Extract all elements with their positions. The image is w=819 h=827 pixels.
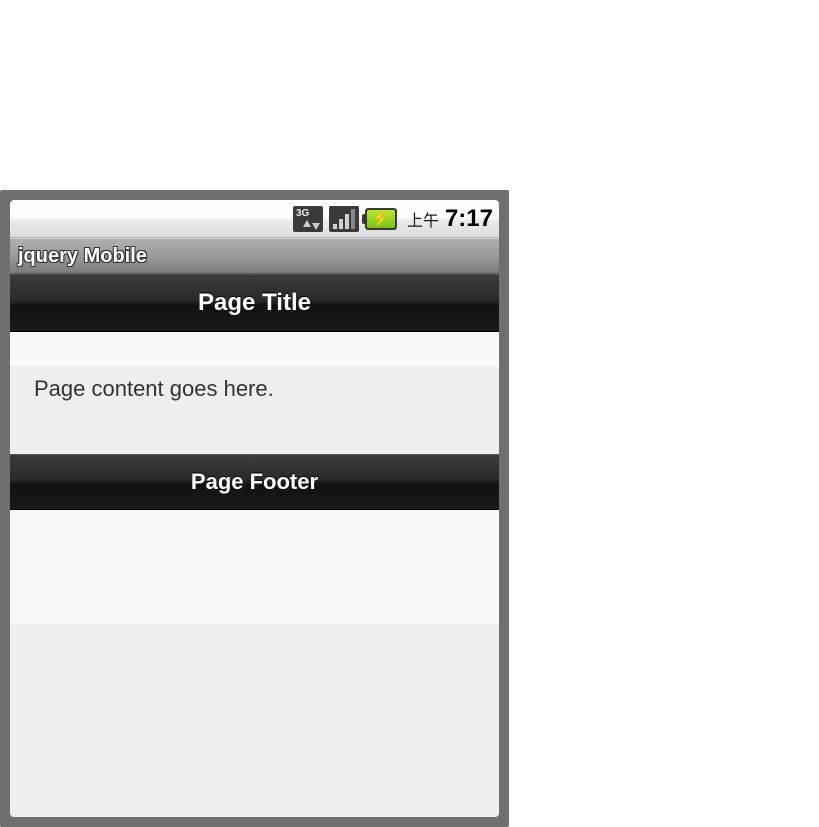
app-title-bar: jquery Mobile [10, 238, 499, 274]
network-3g-icon: 3G [293, 206, 323, 232]
page-body-blank [10, 510, 499, 817]
device-frame: 3G ⚡ 上午 7:17 [0, 190, 509, 827]
page-title: Page Title [10, 289, 499, 317]
page-footer-text: Page Footer [10, 469, 499, 495]
page-content-text: Page content goes here. [34, 376, 475, 402]
signal-strength-icon [329, 206, 359, 232]
app-title: jquery Mobile [18, 245, 147, 268]
status-bar[interactable]: 3G ⚡ 上午 7:17 [10, 200, 499, 238]
status-icons: 3G ⚡ [293, 206, 397, 232]
device-screen: 3G ⚡ 上午 7:17 [10, 200, 499, 817]
page-content: Page content goes here. [10, 332, 499, 454]
battery-charging-icon: ⚡ [365, 208, 397, 230]
time-meridiem: 上午 [407, 207, 439, 231]
clock-time: 7:17 [445, 205, 493, 233]
page-header: Page Title [10, 274, 499, 332]
page-footer: Page Footer [10, 454, 499, 510]
